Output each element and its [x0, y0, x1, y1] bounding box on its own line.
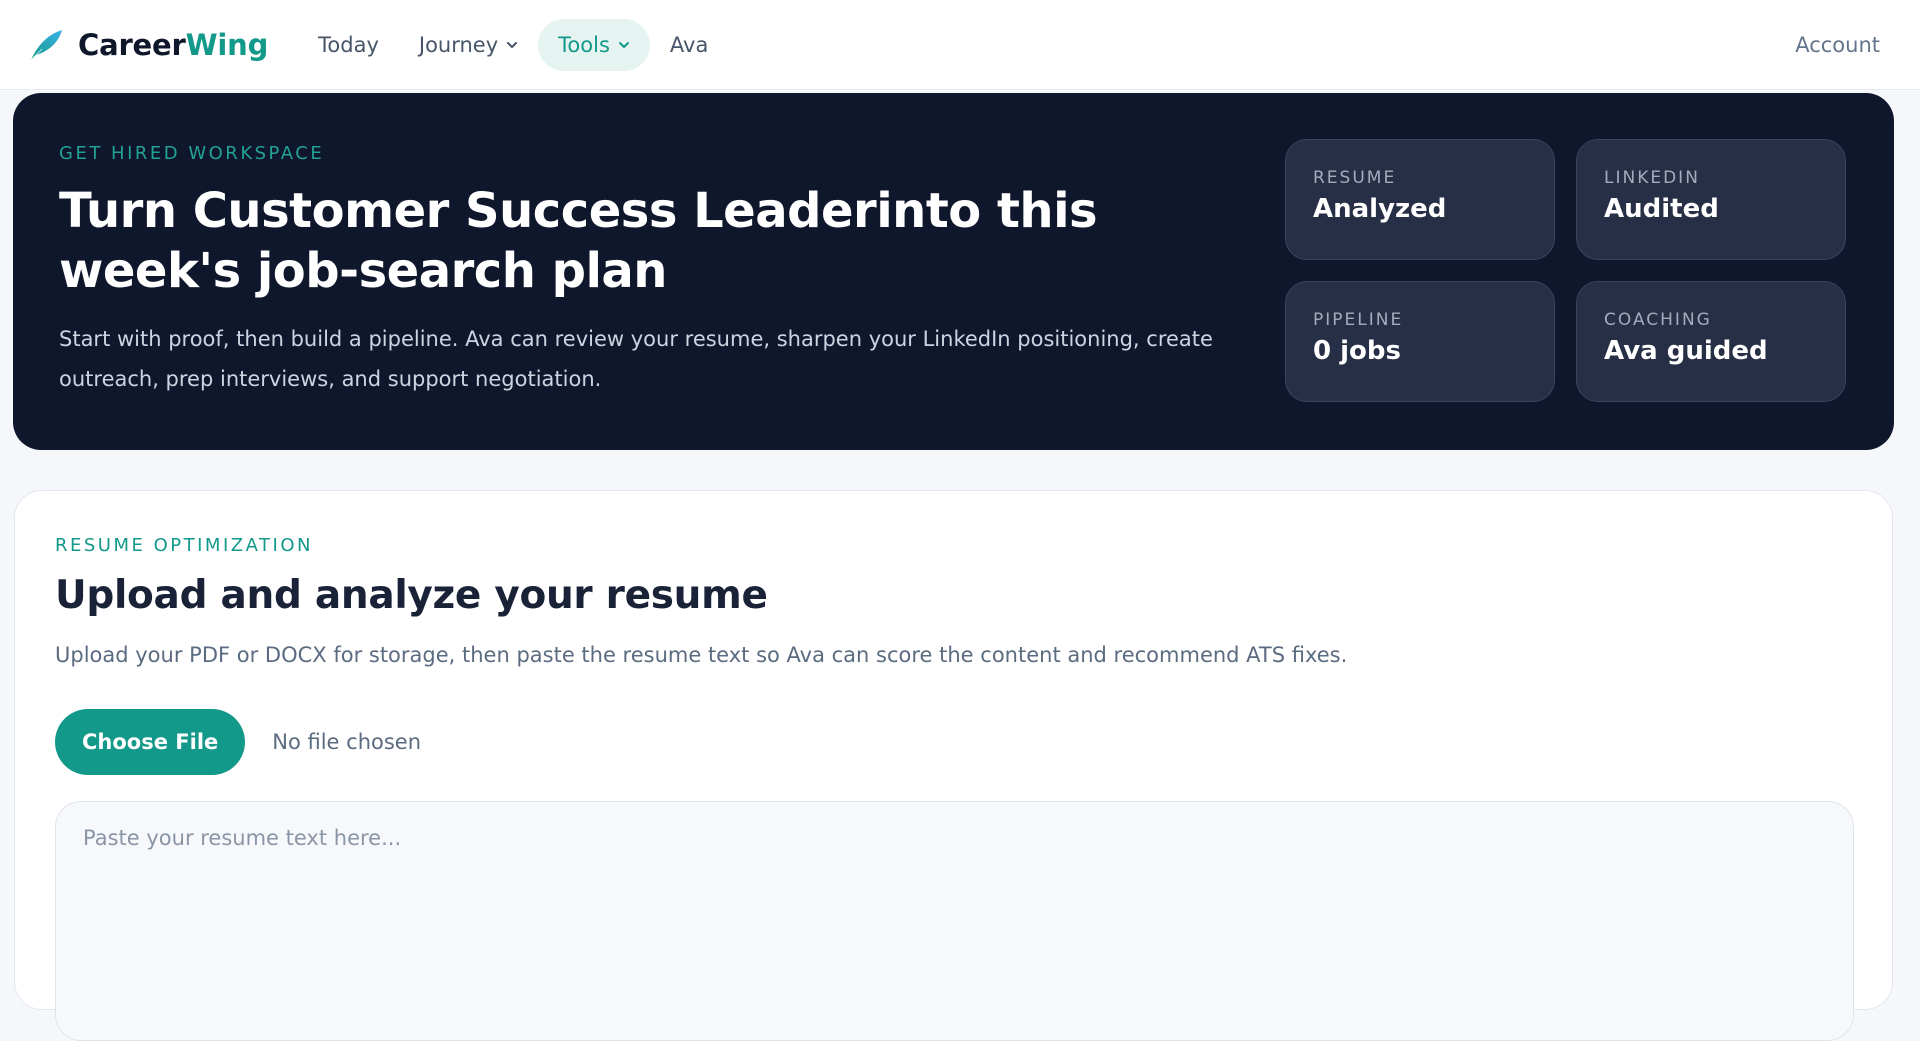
resume-text-input[interactable] [55, 801, 1854, 1041]
top-navigation-bar: CareerWing Today Journey Tools Ava Accou… [0, 0, 1920, 90]
resume-optimization-card: RESUME OPTIMIZATION Upload and analyze y… [14, 490, 1893, 1041]
card-eyebrow: RESUME OPTIMIZATION [55, 535, 313, 556]
stat-card-coaching: COACHING Ava guided [1576, 281, 1846, 402]
status-grid: RESUME Analyzed LINKEDIN Audited PIPELIN… [1285, 139, 1846, 402]
stat-label: RESUME [1313, 168, 1397, 188]
file-upload-row: Choose File No file chosen [55, 709, 421, 775]
stat-value: Ava guided [1604, 336, 1768, 366]
stat-label: LINKEDIN [1604, 168, 1700, 188]
card-subtitle: Upload your PDF or DOCX for storage, the… [55, 643, 1348, 667]
choose-file-button[interactable]: Choose File [55, 709, 246, 775]
main-nav: Today Journey Tools Ava [298, 18, 728, 71]
file-status: No file chosen [272, 730, 422, 754]
hero-subtitle: Start with proof, then build a pipeline.… [59, 327, 1213, 391]
nav-item-label: Today [318, 32, 379, 57]
chevron-down-icon [507, 41, 518, 48]
stat-card-pipeline: PIPELINE 0 jobs [1285, 281, 1555, 402]
hero-title: Turn Customer Success Leaderinto this we… [59, 183, 1098, 299]
hero-banner: GET HIRED WORKSPACE Turn Customer Succes… [13, 93, 1894, 450]
nav-item-tools[interactable]: Tools [538, 18, 650, 71]
stat-value: 0 jobs [1313, 336, 1402, 366]
feather-logo-icon [30, 29, 62, 60]
brand-logo[interactable]: CareerWing [28, 23, 268, 67]
stat-card-linkedin: LINKEDIN Audited [1576, 139, 1846, 260]
nav-item-label: Journey [418, 32, 499, 57]
nav-item-label: Ava [669, 32, 709, 57]
nav-item-ava[interactable]: Ava [650, 19, 728, 71]
nav-item-label: Tools [558, 32, 610, 57]
nav-item-journey[interactable]: Journey [399, 19, 538, 71]
card-title: Upload and analyze your resume [55, 573, 768, 618]
brand-name: CareerWing [78, 27, 269, 62]
stat-label: COACHING [1604, 310, 1712, 330]
chevron-down-icon [618, 41, 629, 48]
stat-card-resume: RESUME Analyzed [1285, 139, 1555, 260]
account-link[interactable]: Account [1795, 33, 1880, 57]
stat-value: Audited [1604, 194, 1719, 224]
nav-item-today[interactable]: Today [298, 19, 399, 71]
hero-eyebrow: GET HIRED WORKSPACE [59, 143, 325, 164]
stat-value: Analyzed [1313, 194, 1447, 224]
stat-label: PIPELINE [1313, 310, 1404, 330]
